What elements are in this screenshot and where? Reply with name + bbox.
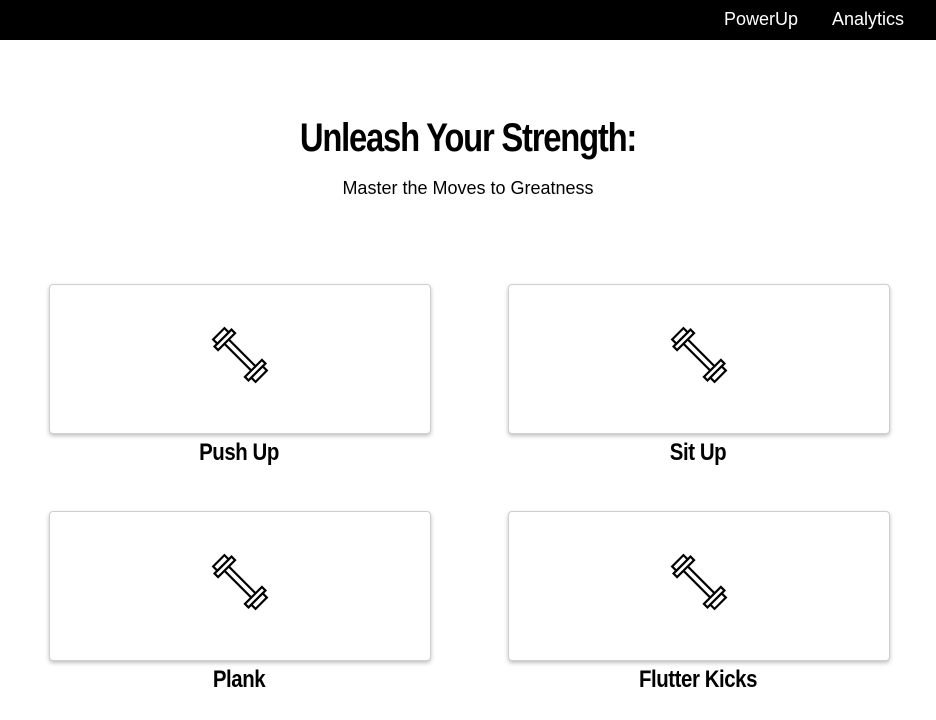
exercise-card-plank[interactable]: [49, 511, 431, 661]
page-subtitle: Master the Moves to Greatness: [342, 178, 594, 198]
dumbbell-icon: [211, 326, 269, 384]
exercise-card-push-up[interactable]: [49, 284, 431, 434]
exercise-card-sit-up[interactable]: [508, 284, 890, 434]
exercise-label-sit-up[interactable]: Sit Up: [537, 438, 860, 468]
dumbbell-icon: [670, 553, 728, 611]
exercise-label-plank[interactable]: Plank: [78, 665, 401, 695]
exercise-label-push-up[interactable]: Push Up: [78, 438, 401, 468]
exercise-card-flutter-kicks[interactable]: [508, 511, 890, 661]
dumbbell-icon: [211, 553, 269, 611]
page-title: Unleash Your Strength:: [299, 116, 637, 160]
dumbbell-icon: [670, 326, 728, 384]
exercise-label-flutter-kicks[interactable]: Flutter Kicks: [537, 665, 860, 695]
nav-link-powerup[interactable]: PowerUp: [724, 0, 798, 38]
top-nav-bar: PowerUp Analytics: [0, 0, 936, 40]
nav-link-analytics[interactable]: Analytics: [832, 0, 904, 38]
